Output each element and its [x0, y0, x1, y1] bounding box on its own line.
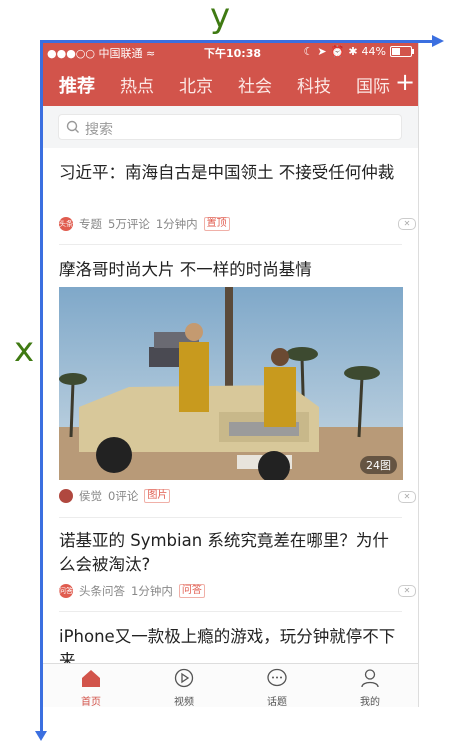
article-title: 习近平：南海自古是中国领土 不接受任何仲裁 [59, 163, 395, 182]
tabbar-topic[interactable]: 话题 [247, 668, 307, 707]
article-time: 1分钟内 [155, 217, 198, 231]
list-item[interactable]: 摩洛哥时尚大片 不一样的时尚基情 [59, 258, 402, 282]
axis-y-arrow [432, 35, 444, 47]
home-icon [82, 670, 100, 687]
phone-screen: ●●●○○ 中国联通 ≈ 下午10:38 ☾ ➤ ⏰ ✱ 44% 推荐 热点 北… [43, 42, 419, 707]
fashion-photo [59, 287, 403, 480]
tabbar-label: 首页 [81, 697, 101, 707]
article-meta: 问答 头条问答 1分钟内 问答 [59, 583, 205, 599]
article-tag: 置顶 [203, 217, 230, 231]
axis-x-label: x [14, 330, 35, 370]
divider [59, 517, 402, 518]
tab-society[interactable]: 社会 [238, 72, 272, 97]
tabbar-home[interactable]: 首页 [61, 668, 121, 707]
axis-x-arrow [35, 731, 47, 741]
tab-tech[interactable]: 科技 [297, 72, 331, 97]
status-time: 下午10:38 [204, 47, 262, 60]
article-comments: 0评论 [108, 489, 139, 503]
source-icon: 问答 [59, 584, 73, 598]
article-comments: 5万评论 [108, 217, 150, 231]
divider [59, 611, 402, 612]
dislike-button[interactable]: ✕ [398, 218, 416, 230]
article-source: 侯觉 [79, 489, 102, 503]
search-input[interactable]: 搜索 [58, 114, 402, 140]
list-item[interactable]: 诺基亚的 Symbian 系统究竟差在哪里？为什么会被淘汰? [59, 529, 402, 577]
moon-icon: ☾ [303, 45, 314, 58]
tabbar-label: 话题 [267, 697, 287, 707]
alarm-icon: ⏰ [330, 45, 345, 58]
source-icon: 头条 [59, 217, 73, 231]
image-count-badge: 24图 [360, 456, 397, 474]
axis-y-line [40, 40, 432, 43]
channel-tabs: 推荐 热点 北京 社会 科技 国际 + [43, 62, 418, 106]
bottom-tab-bar: 首页 视频 话题 我的 [43, 663, 418, 707]
divider [59, 244, 402, 245]
chat-bubble-icon [267, 668, 287, 687]
article-tag: 问答 [178, 584, 205, 598]
axis-x-line [40, 40, 43, 735]
tabbar-label: 视频 [174, 697, 194, 707]
dislike-button[interactable]: ✕ [398, 491, 416, 503]
tabbar-profile[interactable]: 我的 [340, 668, 400, 707]
battery-percent: 44% [361, 45, 386, 58]
article-title: 诺基亚的 Symbian 系统究竟差在哪里？为什么会被淘汰? [59, 531, 389, 574]
wifi-icon: ≈ [146, 47, 156, 60]
article-source: 专题 [79, 217, 102, 231]
search-placeholder: 搜索 [85, 122, 113, 138]
avatar [59, 489, 73, 503]
carrier-label: ●●●○○ 中国联通 [47, 47, 143, 60]
article-image[interactable]: 24图 [59, 287, 403, 480]
search-bar: 搜索 [43, 106, 418, 148]
person-icon [361, 669, 379, 688]
tabbar-label: 我的 [360, 697, 380, 707]
video-play-icon [174, 668, 194, 688]
tabbar-video[interactable]: 视频 [154, 668, 214, 707]
article-tag: 图片 [144, 489, 171, 503]
article-meta: 头条 专题 5万评论 1分钟内 置顶 [59, 216, 230, 232]
tab-beijing[interactable]: 北京 [179, 72, 213, 97]
article-source: 头条问答 [79, 584, 125, 598]
add-channel-button[interactable]: + [395, 68, 415, 96]
tab-hot[interactable]: 热点 [120, 72, 154, 97]
tab-recommend[interactable]: 推荐 [59, 72, 95, 98]
list-item[interactable]: 习近平：南海自古是中国领土 不接受任何仲裁 [59, 161, 402, 185]
search-icon [66, 120, 79, 133]
article-title: 摩洛哥时尚大片 不一样的时尚基情 [59, 260, 312, 279]
bluetooth-icon: ✱ [348, 45, 358, 58]
battery-icon [390, 46, 414, 57]
article-meta: 侯觉 0评论 图片 [59, 488, 171, 504]
location-icon: ➤ [317, 45, 327, 58]
status-bar: ●●●○○ 中国联通 ≈ 下午10:38 ☾ ➤ ⏰ ✱ 44% [43, 42, 418, 62]
article-time: 1分钟内 [131, 584, 173, 598]
tab-international[interactable]: 国际 [356, 72, 390, 97]
dislike-button[interactable]: ✕ [398, 585, 416, 597]
axis-y-label: y [210, 0, 231, 36]
